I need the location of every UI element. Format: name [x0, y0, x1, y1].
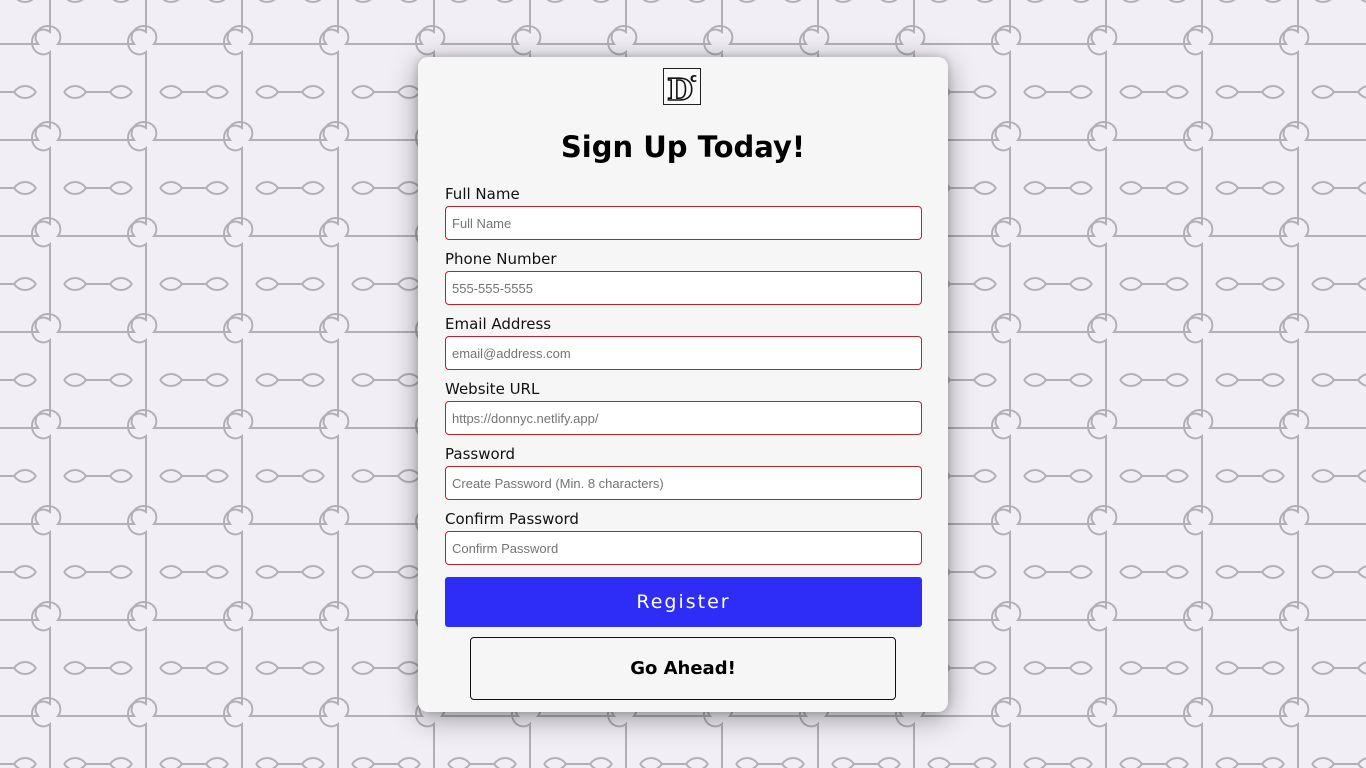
- page-title: Sign Up Today!: [560, 130, 806, 164]
- phone-number-input[interactable]: [445, 271, 922, 305]
- full-name-label: Full Name: [445, 185, 520, 203]
- password-label: Password: [445, 445, 516, 463]
- phone-number-label: Phone Number: [445, 250, 557, 268]
- confirm-password-input[interactable]: [445, 531, 922, 565]
- register-button[interactable]: Register: [445, 577, 922, 627]
- signup-card: D c Sign Up Today! Full Name Phone Numbe…: [418, 57, 948, 712]
- full-name-input[interactable]: [445, 206, 922, 240]
- password-input[interactable]: [445, 466, 922, 500]
- email-address-label: Email Address: [445, 315, 552, 333]
- website-url-input[interactable]: [445, 401, 922, 435]
- website-url-label: Website URL: [445, 380, 540, 398]
- email-address-input[interactable]: [445, 336, 922, 370]
- confirm-password-label: Confirm Password: [445, 510, 579, 528]
- dc-logo-icon: D c: [663, 68, 701, 105]
- logo-letter-super: c: [690, 71, 697, 85]
- go-ahead-button[interactable]: Go Ahead!: [470, 637, 896, 700]
